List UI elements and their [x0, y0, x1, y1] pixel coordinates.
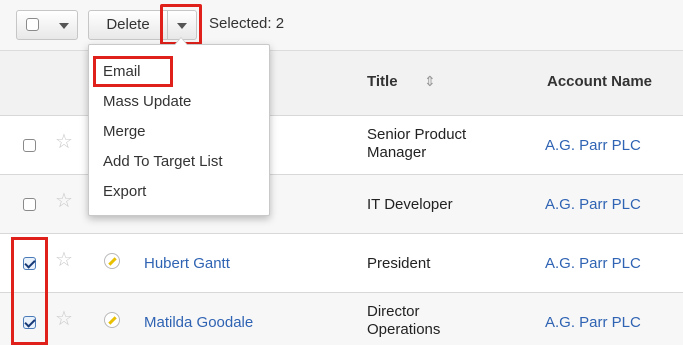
title-line: Director [367, 303, 420, 320]
highlight-box-email [93, 56, 173, 87]
table-row: ☆ Matilda Goodale Director Operations A.… [0, 293, 683, 345]
star-icon[interactable]: ☆ [55, 191, 73, 211]
select-all-dropdown[interactable] [16, 10, 78, 40]
row-checkbox[interactable] [23, 139, 36, 152]
title-line: Operations [367, 321, 441, 338]
account-link[interactable]: A.G. Parr PLC [545, 196, 641, 213]
title-line: Manager [367, 144, 427, 161]
title-cell: President [367, 255, 431, 272]
screen: Delete Selected: 2 Title ⇕ Account Name … [0, 0, 683, 345]
menu-item-merge[interactable]: Merge [103, 123, 146, 140]
name-link[interactable]: Hubert Gantt [144, 255, 230, 272]
menu-item-add-to-target-list[interactable]: Add To Target List [103, 153, 223, 170]
sort-icon[interactable]: ⇕ [424, 73, 436, 90]
delete-button[interactable]: Delete [88, 10, 168, 40]
table-row: ☆ Hubert Gantt President A.G. Parr PLC [0, 234, 683, 293]
title-cell: Senior Product Manager [367, 126, 517, 162]
selected-count: Selected: 2 [209, 15, 285, 32]
account-link[interactable]: A.G. Parr PLC [545, 137, 641, 154]
menu-item-mass-update[interactable]: Mass Update [103, 93, 191, 110]
account-link[interactable]: A.G. Parr PLC [545, 255, 641, 272]
title-cell: IT Developer [367, 196, 453, 213]
pencil-icon[interactable] [104, 312, 120, 328]
pencil-icon[interactable] [104, 253, 120, 269]
account-link[interactable]: A.G. Parr PLC [545, 314, 641, 331]
menu-item-export[interactable]: Export [103, 183, 146, 200]
list-toolbar: Delete Selected: 2 [0, 0, 683, 50]
column-header-account-name[interactable]: Account Name [547, 73, 652, 90]
title-line: Senior Product [367, 126, 467, 143]
row-checkbox[interactable] [23, 198, 36, 211]
star-icon[interactable]: ☆ [55, 250, 73, 270]
star-icon[interactable]: ☆ [55, 132, 73, 152]
chevron-down-icon [59, 23, 69, 29]
star-icon[interactable]: ☆ [55, 309, 73, 329]
column-header-title[interactable]: Title [367, 73, 398, 90]
name-link[interactable]: Matilda Goodale [144, 314, 253, 331]
highlight-box-checked-rows [11, 237, 48, 345]
select-all-checkbox[interactable] [26, 18, 39, 31]
title-cell: Director Operations [367, 303, 517, 339]
